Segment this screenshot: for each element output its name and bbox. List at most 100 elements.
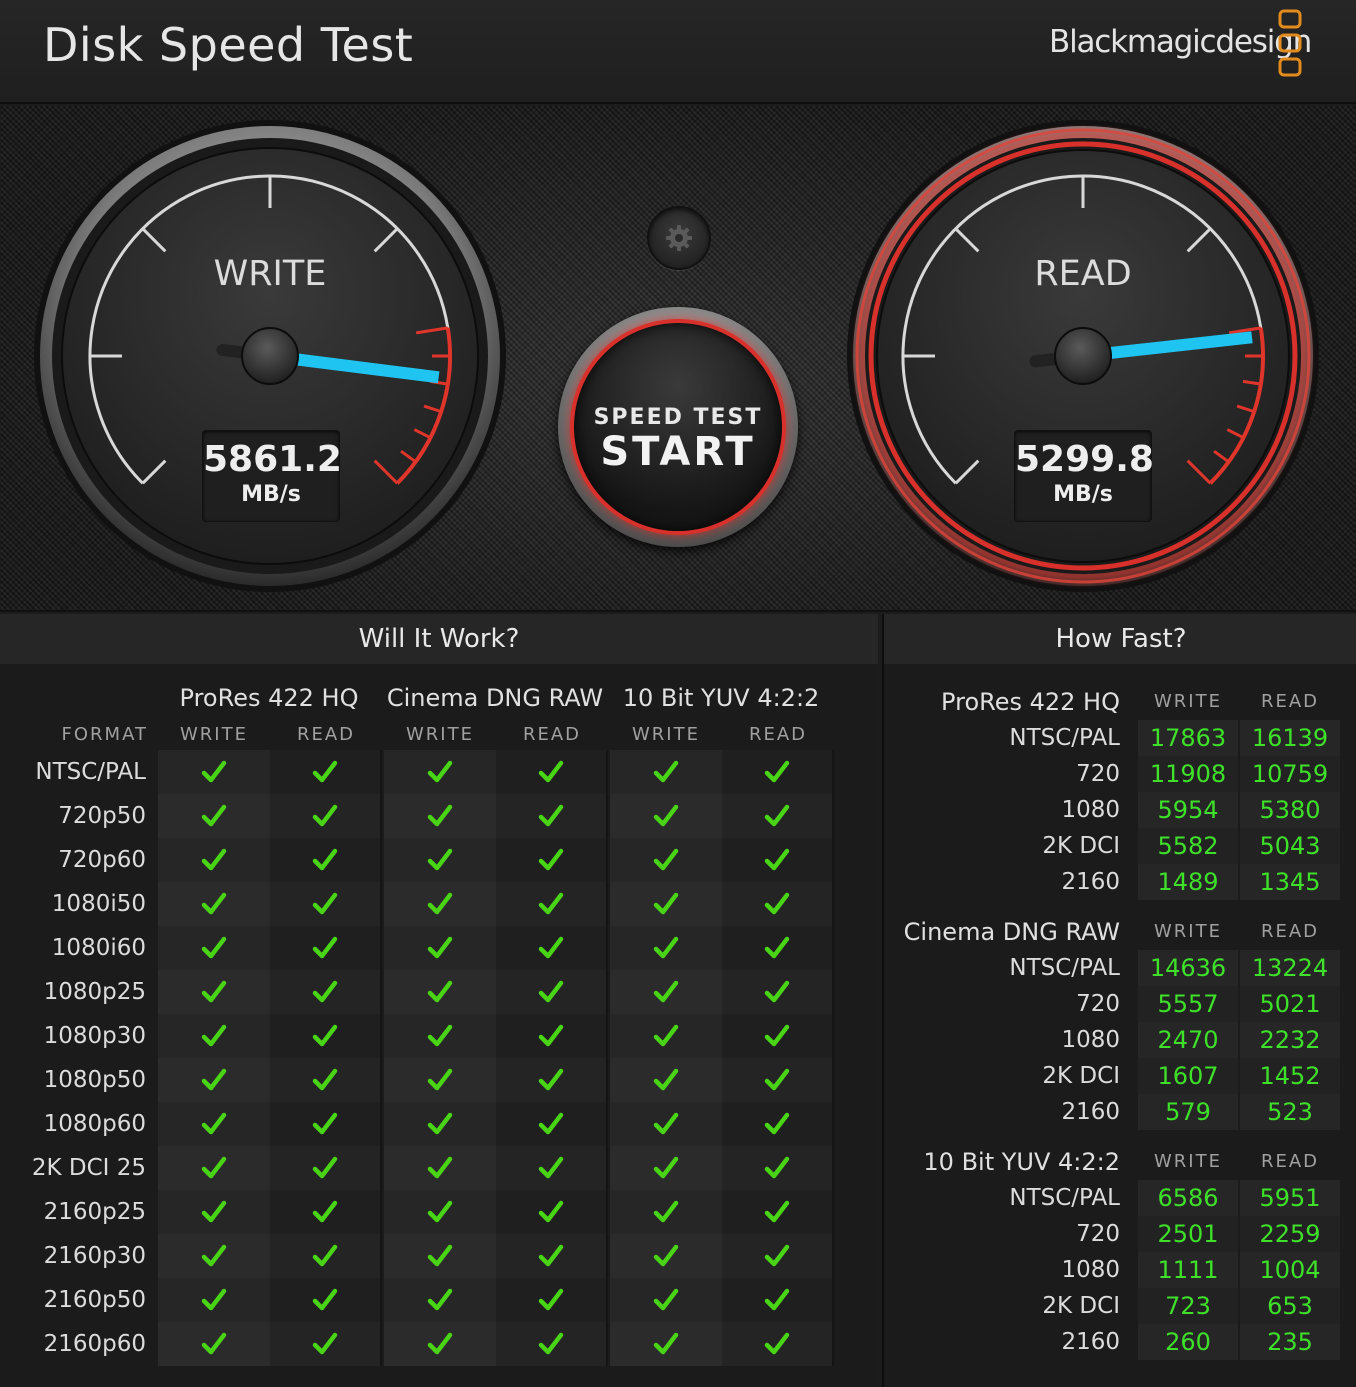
- column-header-read: READ: [522, 724, 582, 745]
- table-row: 1080i60: [52, 926, 836, 970]
- write-fps-value: 579: [1138, 1094, 1238, 1130]
- resolution-label: 2K DCI: [1042, 833, 1120, 859]
- check-icon: [496, 926, 608, 970]
- write-fps-value: 5582: [1138, 828, 1238, 864]
- group-header-prores: ProRes 422 HQ: [179, 684, 359, 712]
- format-label: 720p60: [58, 847, 146, 873]
- check-icon: [496, 1102, 608, 1146]
- resolution-label: NTSC/PAL: [1009, 955, 1120, 981]
- check-icon: [496, 1322, 608, 1366]
- check-icon: [496, 1014, 608, 1058]
- speed-test-start-button[interactable]: SPEED TEST START: [558, 307, 798, 547]
- write-fps-value: 1111: [1138, 1252, 1238, 1288]
- resolution-label: 1080: [1061, 797, 1120, 823]
- check-icon: [158, 1102, 270, 1146]
- check-icon: [722, 838, 834, 882]
- resolution-label: 720: [1076, 991, 1120, 1017]
- format-label: 2K DCI 25: [31, 1155, 146, 1181]
- resolution-label: 720: [1076, 761, 1120, 787]
- check-icon: [270, 794, 382, 838]
- column-header-read: READ: [1260, 921, 1320, 942]
- table-row: 720p60: [58, 838, 836, 882]
- read-fps-value: 1004: [1240, 1252, 1340, 1288]
- format-label: 2160p50: [43, 1287, 146, 1313]
- check-icon: [384, 838, 496, 882]
- read-fps-value: 5951: [1240, 1180, 1340, 1216]
- check-icon: [270, 750, 382, 794]
- check-icon: [384, 794, 496, 838]
- format-column-header: FORMAT: [61, 724, 148, 745]
- settings-button[interactable]: [647, 206, 711, 270]
- table-row: NTSC/PAL 17863 16139: [884, 720, 1356, 756]
- read-fps-value: 235: [1240, 1324, 1340, 1360]
- write-fps-value: 723: [1138, 1288, 1238, 1324]
- check-icon: [158, 1322, 270, 1366]
- table-row: 2K DCI 723 653: [884, 1288, 1356, 1324]
- check-icon: [158, 750, 270, 794]
- check-icon: [158, 970, 270, 1014]
- how-fast-group-name: Cinema DNG RAW: [903, 918, 1120, 946]
- column-header-read: READ: [1260, 691, 1320, 712]
- write-fps-value: 6586: [1138, 1180, 1238, 1216]
- will-it-work-panel: Will It Work? ProRes 422 HQ Cinema DNG R…: [0, 614, 878, 1387]
- resolution-label: 1080: [1061, 1257, 1120, 1283]
- read-fps-value: 5380: [1240, 792, 1340, 828]
- group-header-cinema-dng: Cinema DNG RAW: [386, 684, 604, 712]
- brand-name: Blackmagicdesign: [1049, 24, 1312, 60]
- table-row: 1080p50: [44, 1058, 836, 1102]
- check-icon: [158, 1058, 270, 1102]
- format-label: 1080p30: [43, 1023, 146, 1049]
- column-header-write: WRITE: [180, 724, 248, 745]
- check-icon: [384, 750, 496, 794]
- table-row: 2160 579 523: [884, 1094, 1356, 1130]
- format-label: 1080i50: [51, 891, 146, 917]
- column-header-read: READ: [748, 724, 808, 745]
- table-row: 2160p50: [44, 1278, 836, 1322]
- table-row: 720 2501 2259: [884, 1216, 1356, 1252]
- check-icon: [270, 1058, 382, 1102]
- check-icon: [610, 1190, 722, 1234]
- check-icon: [610, 794, 722, 838]
- table-row: 2160p25: [44, 1190, 836, 1234]
- check-icon: [270, 1146, 382, 1190]
- check-icon: [610, 1146, 722, 1190]
- check-icon: [270, 1190, 382, 1234]
- table-row: 1080 2470 2232: [884, 1022, 1356, 1058]
- check-icon: [158, 838, 270, 882]
- read-fps-value: 1345: [1240, 864, 1340, 900]
- read-readout: 5299.8 MB/s: [1014, 430, 1154, 522]
- table-row: 2K DCI 5582 5043: [884, 828, 1356, 864]
- check-icon: [270, 838, 382, 882]
- check-icon: [384, 1102, 496, 1146]
- read-fps-value: 16139: [1240, 720, 1340, 756]
- check-icon: [610, 750, 722, 794]
- write-needle-hub: [241, 327, 299, 385]
- how-fast-panel: How Fast? ProRes 422 HQ WRITE READ NTSC/PAL…: [882, 614, 1356, 1387]
- check-icon: [722, 1322, 834, 1366]
- check-icon: [270, 1278, 382, 1322]
- table-row: NTSC/PAL 14636 13224: [884, 950, 1356, 986]
- check-icon: [610, 882, 722, 926]
- check-icon: [158, 926, 270, 970]
- table-row: 2K DCI 25: [32, 1146, 836, 1190]
- column-header-read: READ: [1260, 1151, 1320, 1172]
- format-label: 2160p25: [43, 1199, 146, 1225]
- read-fps-value: 10759: [1240, 756, 1340, 792]
- check-icon: [384, 1058, 496, 1102]
- check-icon: [610, 1322, 722, 1366]
- check-icon: [722, 1146, 834, 1190]
- gauge-panel: WRITE READ 5861.2 MB/s 5299.8 MB/s SPEED…: [0, 106, 1356, 612]
- write-fps-value: 1607: [1138, 1058, 1238, 1094]
- write-fps-value: 17863: [1138, 720, 1238, 756]
- resolution-label: 2160: [1061, 869, 1120, 895]
- resolution-label: 2K DCI: [1042, 1063, 1120, 1089]
- check-icon: [158, 794, 270, 838]
- table-row: 1080p60: [44, 1102, 836, 1146]
- check-icon: [610, 1014, 722, 1058]
- write-speed-unit: MB/s: [241, 482, 301, 507]
- read-fps-value: 653: [1240, 1288, 1340, 1324]
- check-icon: [722, 750, 834, 794]
- read-needle-hub: [1054, 327, 1112, 385]
- column-header-write: WRITE: [1154, 691, 1222, 712]
- check-icon: [722, 1102, 834, 1146]
